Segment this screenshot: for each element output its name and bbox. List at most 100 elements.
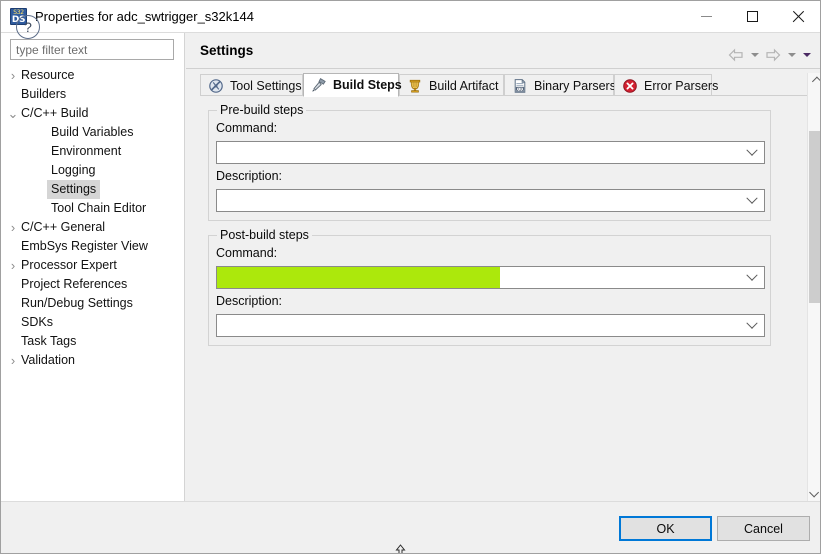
tab-strip: Tool Settings Build Steps Build Artifact 01… (200, 73, 808, 96)
sidebar-item-label: Settings (47, 180, 100, 199)
close-icon (775, 1, 821, 32)
sidebar-item-label: Environment (51, 142, 121, 161)
back-history-button[interactable] (747, 46, 762, 64)
content-vertical-scrollbar[interactable] (807, 73, 821, 501)
chevron-down-filled-icon (803, 53, 811, 57)
sidebar-item-label: C/C++ General (21, 218, 105, 237)
pre-build-steps-group: Pre-build steps Command: Description: (208, 110, 771, 221)
help-button[interactable]: ? (16, 15, 40, 39)
settings-navigation-pane: ›ResourceBuilders⌄C/C++ BuildBuild Varia… (1, 33, 185, 501)
page-navigation-controls (725, 46, 814, 64)
sidebar-item-validation[interactable]: ›Validation (1, 351, 184, 370)
filter-input[interactable] (10, 39, 174, 60)
sidebar-item-c-c-general[interactable]: ›C/C++ General (1, 218, 184, 237)
sidebar-item-label: Validation (21, 351, 75, 370)
pre-build-description-combo[interactable] (216, 189, 765, 212)
build-artifact-icon (407, 78, 423, 94)
tab-binary-parsers[interactable]: 010 Binary Parsers (504, 74, 614, 96)
title-separator (186, 68, 821, 69)
pre-build-description-label: Description: (216, 169, 282, 183)
post-build-command-highlight (217, 267, 500, 288)
help-icon: ? (24, 19, 32, 35)
sidebar-item-logging[interactable]: Logging (1, 161, 184, 180)
post-build-command-label: Command: (216, 246, 277, 260)
chevron-down-icon (742, 142, 762, 163)
mouse-cursor (395, 544, 406, 554)
sidebar-item-label: SDKs (21, 313, 53, 332)
sidebar-item-label: Tool Chain Editor (51, 199, 146, 218)
page-menu-button[interactable] (799, 46, 814, 64)
tab-build-steps[interactable]: Build Steps (303, 73, 399, 97)
sidebar-item-resource[interactable]: ›Resource (1, 66, 184, 85)
sidebar-item-label: Build Variables (51, 123, 133, 142)
scroll-down-icon (809, 488, 819, 498)
maximize-button[interactable] (729, 1, 775, 32)
build-steps-icon (311, 77, 327, 93)
sidebar-item-task-tags[interactable]: Task Tags (1, 332, 184, 351)
sidebar-item-label: C/C++ Build (21, 104, 88, 123)
chevron-right-icon[interactable]: › (5, 66, 21, 85)
post-build-steps-title: Post-build steps (217, 228, 312, 242)
sidebar-item-sdks[interactable]: SDKs (1, 313, 184, 332)
chevron-down-icon (742, 267, 762, 288)
minimize-button[interactable] (683, 1, 729, 32)
post-build-description-value (222, 315, 740, 336)
chevron-down-icon (788, 53, 796, 57)
scroll-up-button[interactable] (808, 73, 821, 90)
chevron-down-icon[interactable]: ⌄ (5, 104, 21, 123)
forward-button[interactable] (762, 46, 784, 64)
maximize-icon (729, 1, 775, 32)
post-build-description-label: Description: (216, 294, 282, 308)
sidebar-item-label: Resource (21, 66, 75, 85)
window-title: Properties for adc_swtrigger_s32k144 (35, 8, 254, 25)
sidebar-item-label: EmbSys Register View (21, 237, 148, 256)
error-parsers-icon (622, 78, 638, 94)
sidebar-item-c-c-build[interactable]: ⌄C/C++ Build (1, 104, 184, 123)
back-button[interactable] (725, 46, 747, 64)
settings-content-pane: Settings Tool Sett (186, 33, 821, 501)
sidebar-item-tool-chain-editor[interactable]: Tool Chain Editor (1, 199, 184, 218)
sidebar-item-project-references[interactable]: Project References (1, 275, 184, 294)
sidebar-item-label: Project References (21, 275, 127, 294)
tool-settings-icon (208, 78, 224, 94)
sidebar-item-run-debug-settings[interactable]: Run/Debug Settings (1, 294, 184, 313)
svg-text:010: 010 (516, 86, 524, 91)
chevron-right-icon[interactable]: › (5, 256, 21, 275)
sidebar-item-environment[interactable]: Environment (1, 142, 184, 161)
tab-label: Build Artifact (429, 79, 498, 93)
forward-history-button[interactable] (784, 46, 799, 64)
chevron-down-icon (751, 53, 759, 57)
sidebar-item-label: Run/Debug Settings (21, 294, 133, 313)
tab-build-artifact[interactable]: Build Artifact (399, 74, 504, 96)
post-build-command-combo[interactable] (216, 266, 765, 289)
binary-parsers-icon: 010 (512, 78, 528, 94)
sidebar-item-builders[interactable]: Builders (1, 85, 184, 104)
pre-build-command-combo[interactable] (216, 141, 765, 164)
ok-button[interactable]: OK (619, 516, 712, 541)
sidebar-item-processor-expert[interactable]: ›Processor Expert (1, 256, 184, 275)
close-button[interactable] (775, 1, 821, 32)
tab-label: Build Steps (333, 78, 402, 92)
tab-label: Tool Settings (230, 79, 302, 93)
settings-tree[interactable]: ›ResourceBuilders⌄C/C++ BuildBuild Varia… (1, 66, 184, 496)
chevron-down-icon (742, 190, 762, 211)
chevron-right-icon[interactable]: › (5, 218, 21, 237)
chevron-down-icon (742, 315, 762, 336)
sidebar-item-settings[interactable]: Settings (1, 180, 184, 199)
tab-tool-settings[interactable]: Tool Settings (200, 74, 303, 96)
tab-error-parsers[interactable]: Error Parsers (614, 74, 712, 96)
sidebar-item-label: Builders (21, 85, 66, 104)
pre-build-command-label: Command: (216, 121, 277, 135)
forward-arrow-icon (765, 48, 781, 62)
scrollbar-thumb[interactable] (809, 131, 821, 303)
post-build-description-combo[interactable] (216, 314, 765, 337)
tab-label: Binary Parsers (534, 79, 616, 93)
title-bar: S32 DS Properties for adc_swtrigger_s32k… (1, 1, 821, 33)
chevron-right-icon[interactable]: › (5, 351, 21, 370)
page-title: Settings (200, 43, 253, 58)
sidebar-item-label: Task Tags (21, 332, 76, 351)
cancel-button[interactable]: Cancel (717, 516, 810, 541)
scroll-down-button[interactable] (808, 484, 821, 501)
sidebar-item-build-variables[interactable]: Build Variables (1, 123, 184, 142)
sidebar-item-embsys-register-view[interactable]: EmbSys Register View (1, 237, 184, 256)
